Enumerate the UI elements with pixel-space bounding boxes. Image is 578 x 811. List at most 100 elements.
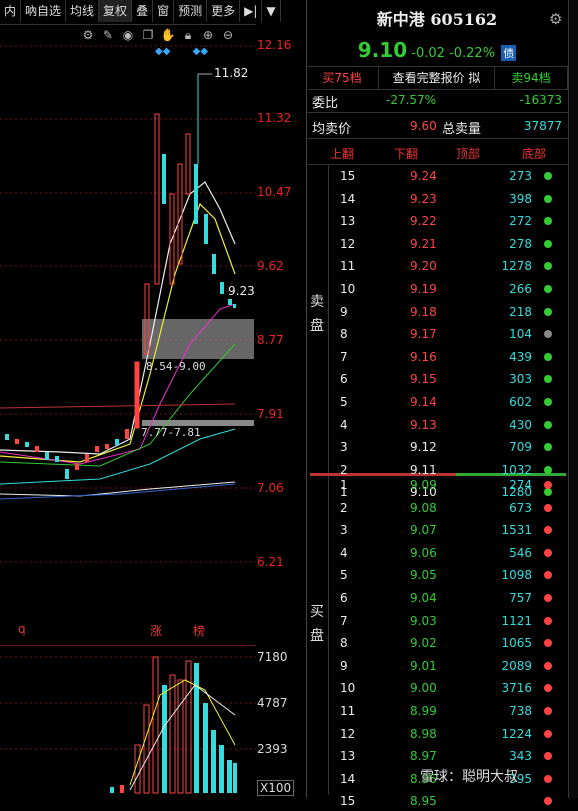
bond-badge[interactable]: 债 — [501, 45, 517, 61]
status-dot-icon — [544, 481, 552, 489]
level-index: 12 — [340, 236, 356, 251]
sell-level-row[interactable]: 10 9.19 266 — [330, 279, 566, 299]
buy-level-row[interactable]: 11 8.99 738 — [330, 701, 566, 721]
stock-code: 605162 — [430, 10, 498, 29]
level-price: 9.17 — [410, 327, 437, 342]
level-index: 14 — [340, 191, 356, 206]
status-dot-icon — [544, 172, 552, 180]
level-index: 4 — [340, 545, 348, 560]
status-dot-icon — [544, 307, 552, 316]
sell-level-row[interactable]: 9 9.18 218 — [330, 302, 566, 322]
zoom-out-icon[interactable]: ⊖ — [220, 27, 236, 43]
marker-zhang: 涨 — [150, 624, 163, 638]
chart-toolbar: 内 吶自选 均线 复权 叠 窗 预测 更多 ▶| ▼ — [0, 0, 281, 25]
price-axis-label: 12.16 — [257, 38, 292, 52]
tab-more[interactable]: 更多 — [207, 0, 241, 22]
sell-level-row[interactable]: 7 9.16 439 — [330, 347, 566, 367]
level-volume: 439 — [509, 349, 532, 364]
last-price: 9.10 — [357, 38, 408, 62]
level-price: 8.99 — [410, 704, 437, 718]
buy-level-row[interactable]: 1 9.09 274 — [330, 475, 566, 495]
sell-level-row[interactable]: 5 9.14 602 — [330, 392, 566, 412]
sell-level-row[interactable]: 12 9.21 278 — [330, 234, 566, 254]
lock-icon[interactable]: 🔒︎ — [180, 27, 196, 43]
level-volume: 430 — [509, 417, 532, 432]
dropdown-icon[interactable]: ▼ — [262, 0, 281, 22]
sell-level-row[interactable]: 4 9.13 430 — [330, 415, 566, 435]
tab-window[interactable]: 窗 — [153, 0, 175, 22]
buy-level-row[interactable]: 2 9.08 673 — [330, 498, 566, 518]
buy-level-row[interactable]: 9 9.01 2089 — [330, 656, 566, 676]
level-index: 5 — [340, 568, 348, 583]
eye-icon[interactable]: ◉ — [120, 27, 136, 43]
buy-level-row[interactable]: 13 8.97 343 — [330, 746, 566, 766]
page-down-button[interactable]: 下翻 — [394, 145, 418, 162]
buy-level-row[interactable]: 6 9.04 757 — [330, 588, 566, 608]
sell-level-row[interactable]: 6 9.15 303 — [330, 369, 566, 389]
buy-75-button[interactable]: 买75档 — [306, 67, 379, 89]
buy-level-row[interactable]: 3 9.07 1531 — [330, 520, 566, 540]
sell-level-row[interactable]: 13 9.22 272 — [330, 211, 566, 231]
buy-level-row[interactable]: 8 9.02 1065 — [330, 633, 566, 653]
total-sell-value: 37877 — [523, 119, 562, 133]
buy-level-row[interactable]: 12 8.98 1224 — [330, 724, 566, 744]
buy-level-row[interactable]: 4 9.06 546 — [330, 543, 566, 563]
status-dot-icon — [544, 684, 552, 693]
sell-level-row[interactable]: 3 9.12 709 — [330, 437, 566, 457]
hand-icon[interactable]: ✋ — [160, 27, 176, 43]
watermark: 雪球：聪明大叔 — [420, 769, 518, 785]
level-price: 9.23 — [410, 191, 437, 206]
status-dot-icon — [544, 194, 552, 203]
sell-level-row[interactable]: 14 9.23 398 — [330, 189, 566, 209]
tab-watchlist[interactable]: 吶自选 — [21, 0, 67, 22]
sell-level-row[interactable]: 8 9.17 104 — [330, 324, 566, 344]
level-price: 9.22 — [410, 214, 437, 229]
level-price: 9.14 — [410, 395, 437, 409]
tab-moving-average[interactable]: 均线 — [66, 0, 100, 22]
high-label: 11.82 — [214, 66, 249, 80]
buy-level-row[interactable]: 7 9.03 1121 — [330, 611, 566, 631]
level-volume: 218 — [509, 304, 532, 319]
level-price: 9.16 — [410, 349, 437, 364]
stock-name: 新中港 — [376, 10, 425, 29]
level-volume: 303 — [509, 372, 532, 387]
page-up-button[interactable]: 上翻 — [330, 145, 354, 162]
level-index: 13 — [340, 749, 356, 764]
play-end-icon[interactable]: ▶| — [240, 0, 263, 22]
sell-level-row[interactable]: 11 9.20 1278 — [330, 256, 566, 276]
full-quote-button[interactable]: 查看完整报价 拟 — [379, 67, 496, 89]
settings-gear-icon[interactable]: ⚙ — [549, 10, 562, 28]
status-dot-icon — [544, 465, 552, 474]
top-button[interactable]: 顶部 — [456, 145, 480, 162]
pen-icon[interactable]: ✎ — [100, 27, 116, 43]
tab-nei[interactable]: 内 — [0, 0, 22, 22]
total-sell-label: 总卖量 — [442, 122, 482, 137]
level-index: 7 — [340, 349, 348, 364]
level-index: 11 — [340, 704, 356, 718]
tab-overlay[interactable]: 叠 — [132, 0, 154, 22]
level-index: 10 — [340, 681, 356, 696]
level-volume: 1065 — [501, 636, 532, 651]
level-index: 14 — [340, 771, 356, 786]
tab-forecast[interactable]: 预测 — [174, 0, 208, 22]
sell-level-row[interactable]: 15 9.24 273 — [330, 166, 566, 186]
level-price: 8.98 — [410, 726, 437, 741]
copy-icon[interactable]: ❐ — [140, 27, 156, 43]
buy-level-row[interactable]: 15 8.95 — [330, 791, 566, 811]
side-scrollbar[interactable] — [568, 0, 578, 798]
buy-level-row[interactable]: 10 9.00 3716 — [330, 678, 566, 698]
level-price: 9.02 — [410, 636, 437, 651]
zone-upper-label: 8.54-9.00 — [146, 360, 206, 373]
zoom-in-icon[interactable]: ⊕ — [200, 27, 216, 43]
level-index: 6 — [340, 591, 348, 605]
level-price: 9.09 — [410, 478, 437, 492]
buy-level-row[interactable]: 5 9.05 1098 — [330, 565, 566, 585]
level-volume: 1278 — [501, 259, 532, 274]
level-price: 9.13 — [410, 417, 437, 432]
level-volume: 602 — [509, 395, 532, 409]
level-index: 15 — [340, 794, 356, 809]
tab-adjust[interactable]: 复权 — [99, 0, 133, 22]
gear-icon[interactable]: ⚙ — [80, 27, 96, 43]
sell-94-button[interactable]: 卖94档 — [495, 67, 568, 89]
bottom-button[interactable]: 底部 — [522, 145, 546, 162]
